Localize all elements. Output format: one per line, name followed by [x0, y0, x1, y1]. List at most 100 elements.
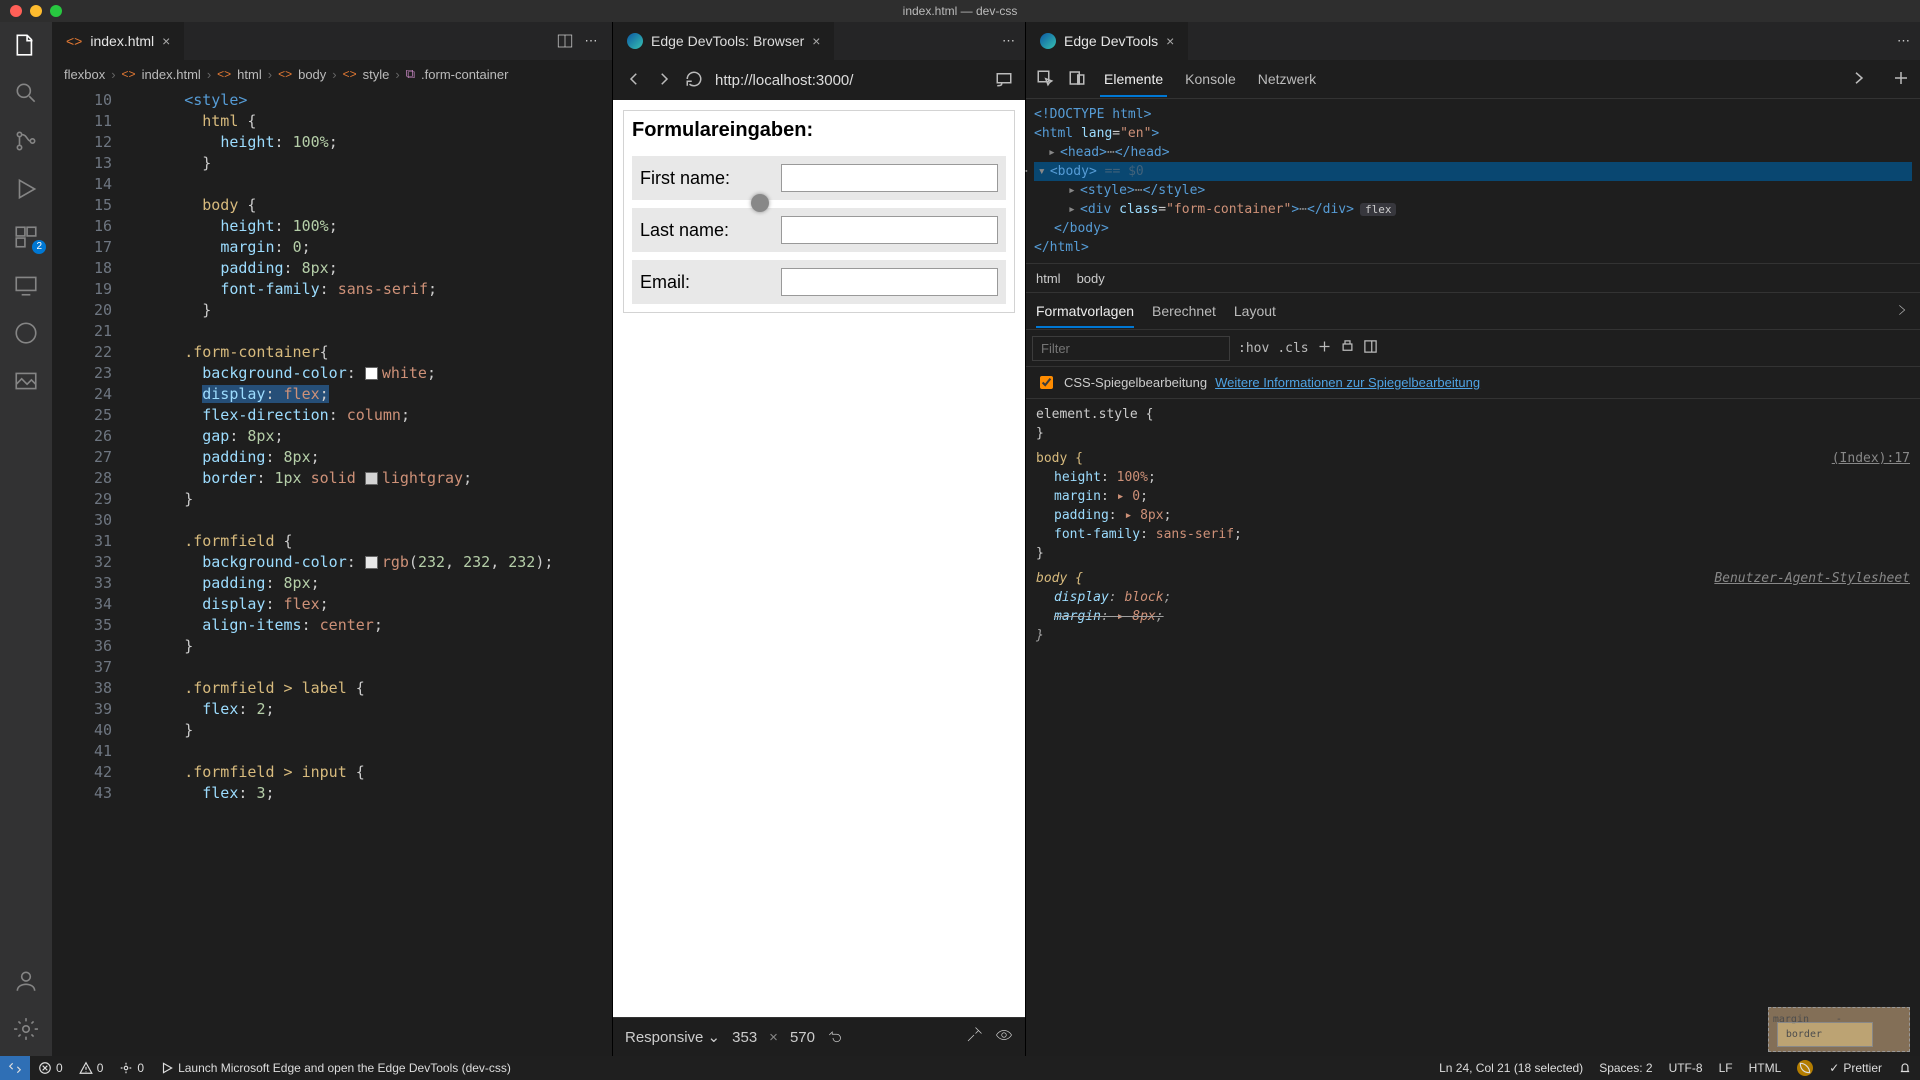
device-toggle-icon[interactable] — [1068, 69, 1086, 90]
minimize-window[interactable] — [30, 5, 42, 17]
account-icon[interactable] — [0, 968, 52, 994]
launch-edge-button[interactable]: Launch Microsoft Edge and open the Edge … — [152, 1061, 519, 1075]
editor-panel: <> index.html × ⋯ flexbox› <>index.html›… — [52, 22, 612, 1056]
computed-tab[interactable]: Berechnet — [1152, 303, 1216, 319]
cls-toggle[interactable]: .cls — [1277, 341, 1308, 356]
window-controls — [0, 5, 62, 17]
network-tab[interactable]: Netzwerk — [1254, 71, 1320, 87]
styles-tab[interactable]: Formatvorlagen — [1036, 303, 1134, 328]
maximize-window[interactable] — [50, 5, 62, 17]
device-toolbar: Responsive ⌄ 353 × 570 — [613, 1017, 1025, 1056]
add-tab-icon[interactable] — [1892, 69, 1910, 90]
extensions-icon[interactable]: 2 — [0, 224, 52, 250]
dom-breadcrumb[interactable]: html body — [1026, 263, 1920, 293]
explorer-icon[interactable] — [0, 32, 52, 58]
form-field: Email: — [632, 260, 1006, 304]
vision-icon[interactable] — [995, 1026, 1013, 1048]
more-tabs-icon[interactable] — [1850, 69, 1868, 90]
css-mirror-checkbox[interactable] — [1040, 376, 1053, 389]
browser-tab[interactable]: Edge DevTools: Browser × — [613, 22, 834, 60]
eyedropper-icon[interactable] — [965, 1026, 983, 1048]
settings-gear-icon[interactable] — [0, 1016, 52, 1042]
notifications-icon[interactable] — [1890, 1061, 1920, 1075]
editor-tabs: <> index.html × ⋯ — [52, 22, 612, 60]
status-bar: 0 0 0 Launch Microsoft Edge and open the… — [0, 1056, 1920, 1080]
images-icon[interactable] — [0, 368, 52, 394]
css-mirror-row: CSS-Spiegelbearbeitung Weitere Informati… — [1026, 367, 1920, 399]
browser-panel: Edge DevTools: Browser × ⋯ http://localh… — [612, 22, 1025, 1056]
edge-icon — [1040, 33, 1056, 49]
url-input[interactable]: http://localhost:3000/ — [715, 72, 983, 89]
form-field: Last name: — [632, 208, 1006, 252]
layout-tab[interactable]: Layout — [1234, 303, 1276, 319]
eol[interactable]: LF — [1711, 1061, 1741, 1075]
screencast-icon[interactable] — [995, 70, 1013, 91]
devtools-tab[interactable]: Edge DevTools × — [1026, 22, 1188, 60]
run-debug-icon[interactable] — [0, 176, 52, 202]
new-style-rule-icon[interactable] — [1317, 339, 1332, 357]
tab-close-icon[interactable]: × — [812, 33, 820, 49]
more-style-tabs-icon[interactable] — [1894, 302, 1910, 321]
print-media-icon[interactable] — [1340, 339, 1355, 357]
ports-count[interactable]: 0 — [111, 1061, 152, 1075]
page-preview[interactable]: Formulareingaben: First name: Last name:… — [613, 100, 1025, 1017]
tab-close-icon[interactable]: × — [1166, 33, 1174, 49]
inspect-cursor — [751, 194, 769, 212]
styles-tabs: Formatvorlagen Berechnet Layout — [1026, 293, 1920, 330]
styles-rules[interactable]: element.style { } body {(Index):17 heigh… — [1026, 399, 1920, 1056]
window-title: index.html — dev-css — [903, 4, 1018, 18]
split-editor-icon[interactable] — [552, 28, 578, 54]
errors-count[interactable]: 0 — [30, 1061, 71, 1075]
flex-badge[interactable]: flex — [1360, 203, 1397, 216]
devtools-panel: Edge DevTools × ⋯ Elemente Konsole Netzw… — [1025, 22, 1920, 1056]
mirror-info-link[interactable]: Weitere Informationen zur Spiegelbearbei… — [1215, 375, 1480, 390]
tab-close-icon[interactable]: × — [162, 33, 170, 49]
html-file-icon: <> — [66, 33, 82, 49]
search-icon[interactable] — [0, 80, 52, 106]
inspect-element-icon[interactable] — [1036, 69, 1054, 90]
styles-filter-input[interactable] — [1032, 336, 1230, 361]
tab-label: index.html — [90, 33, 154, 49]
last-name-input[interactable] — [781, 216, 998, 244]
form-heading: Formulareingaben: — [632, 119, 1006, 142]
browser-more-icon[interactable]: ⋯ — [992, 33, 1025, 49]
rotate-icon[interactable] — [827, 1026, 845, 1048]
warnings-count[interactable]: 0 — [71, 1061, 112, 1075]
prettier-status[interactable]: ✓ Prettier — [1821, 1061, 1890, 1075]
edge-tools-icon[interactable] — [0, 320, 52, 346]
nav-forward-icon[interactable] — [655, 70, 673, 91]
devtools-more-icon[interactable]: ⋯ — [1887, 33, 1920, 49]
editor-tab-index[interactable]: <> index.html × — [52, 22, 184, 60]
dom-tree[interactable]: <!DOCTYPE html> <html lang="en"> ▸<head>… — [1026, 99, 1920, 263]
devtools-toolbar: Elemente Konsole Netzwerk — [1026, 60, 1920, 99]
viewport-width[interactable]: 353 — [732, 1029, 757, 1046]
console-tab[interactable]: Konsole — [1181, 71, 1240, 87]
tweet-feedback-icon[interactable] — [1789, 1060, 1821, 1076]
titlebar: index.html — dev-css — [0, 0, 1920, 22]
cursor-position[interactable]: Ln 24, Col 21 (18 selected) — [1431, 1061, 1591, 1075]
extensions-badge: 2 — [32, 240, 46, 254]
styles-filter-row: :hov .cls — [1026, 330, 1920, 367]
remote-explorer-icon[interactable] — [0, 272, 52, 298]
first-name-input[interactable] — [781, 164, 998, 192]
close-window[interactable] — [10, 5, 22, 17]
remote-indicator[interactable] — [0, 1056, 30, 1080]
hov-toggle[interactable]: :hov — [1238, 341, 1269, 356]
encoding[interactable]: UTF-8 — [1661, 1061, 1711, 1075]
url-bar: http://localhost:3000/ — [613, 60, 1025, 100]
nav-back-icon[interactable] — [625, 70, 643, 91]
computed-sidebar-icon[interactable] — [1363, 339, 1378, 357]
viewport-height[interactable]: 570 — [790, 1029, 815, 1046]
box-model[interactable]: margin- border — [1768, 1007, 1910, 1052]
elements-tab[interactable]: Elemente — [1100, 71, 1167, 97]
code-editor[interactable]: 1011121314151617181920212223242526272829… — [52, 88, 612, 1056]
reload-icon[interactable] — [685, 70, 703, 91]
device-mode-select[interactable]: Responsive ⌄ — [625, 1028, 720, 1046]
email-input[interactable] — [781, 268, 998, 296]
language-mode[interactable]: HTML — [1741, 1061, 1790, 1075]
form-field: First name: — [632, 156, 1006, 200]
breadcrumb[interactable]: flexbox› <>index.html› <>html› <>body› <… — [52, 60, 612, 88]
editor-more-icon[interactable]: ⋯ — [578, 28, 604, 54]
indentation[interactable]: Spaces: 2 — [1591, 1061, 1660, 1075]
source-control-icon[interactable] — [0, 128, 52, 154]
